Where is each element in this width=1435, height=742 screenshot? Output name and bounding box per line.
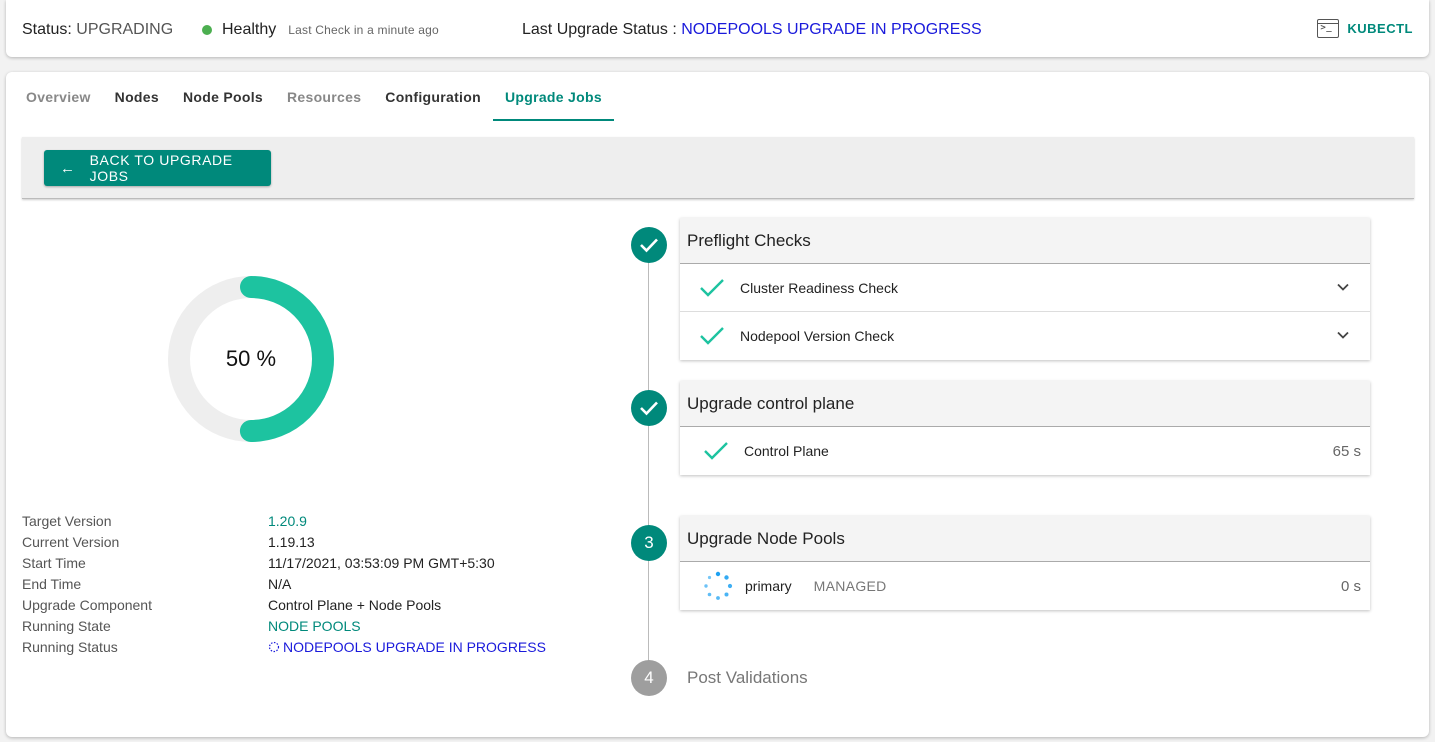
check-icon (700, 327, 724, 345)
preflight-checks-panel: Preflight Checks Cluster Readiness Check… (680, 218, 1370, 360)
node-pool-primary-row: primary MANAGED 0 s (680, 562, 1370, 610)
cluster-status: Status: UPGRADING (22, 21, 173, 39)
upgrade-job-card: Overview Nodes Node Pools Resources Conf… (6, 72, 1429, 737)
upgrade-control-plane-title: Upgrade control plane (680, 381, 1370, 427)
health-indicator: Healthy Last Check in a minute ago (202, 21, 439, 39)
detail-key: Upgrade Component (22, 596, 152, 613)
tab-nodes[interactable]: Nodes (103, 72, 171, 121)
step-1-complete-icon (631, 227, 667, 263)
timeline-connector (648, 244, 649, 677)
check-icon (704, 442, 728, 460)
arrow-left-icon: ← (60, 159, 76, 177)
detail-key: Running State (22, 617, 111, 634)
upgrade-node-pools-title: Upgrade Node Pools (680, 516, 1370, 562)
detail-key: End Time (22, 575, 82, 592)
detail-current-version: Current Version 1.19.13 (22, 531, 546, 552)
control-plane-label: Control Plane (744, 443, 829, 459)
preflight-checks-title: Preflight Checks (680, 218, 1370, 264)
detail-value: 11/17/2021, 03:53:09 PM GMT+5:30 (268, 554, 495, 571)
detail-target-version: Target Version 1.20.9 (22, 510, 546, 531)
progress-donut: 50 % (167, 275, 335, 443)
detail-running-state: Running State NODE POOLS (22, 615, 546, 636)
detail-key: Running Status (22, 638, 118, 655)
control-plane-row: Control Plane 65 s (680, 427, 1370, 475)
tab-resources[interactable]: Resources (275, 72, 373, 121)
check-icon (700, 278, 724, 297)
last-check-text: Last Check in a minute ago (288, 23, 439, 37)
back-to-upgrade-jobs-button[interactable]: ← BACK TO UPGRADE JOBS (44, 150, 271, 186)
kubectl-button[interactable]: >_ KUBECTL (1317, 19, 1413, 38)
post-validations-title: Post Validations (687, 668, 808, 687)
detail-value: Control Plane + Node Pools (268, 596, 442, 613)
loading-spinner-icon (704, 571, 733, 600)
tab-node-pools[interactable]: Node Pools (171, 72, 275, 121)
last-upgrade-value: NODEPOOLS UPGRADE IN PROGRESS (681, 21, 982, 38)
chevron-down-icon[interactable] (1336, 328, 1350, 342)
status-label: Status: (22, 21, 72, 38)
detail-value: 1.20.9 (268, 512, 307, 529)
detail-start-time: Start Time 11/17/2021, 03:53:09 PM GMT+5… (22, 552, 546, 573)
health-dot-icon (202, 25, 212, 35)
progress-percent: 50 % (225, 346, 277, 371)
running-status-text: NODEPOOLS UPGRADE IN PROGRESS (283, 638, 546, 655)
node-pool-name: primary (745, 578, 792, 594)
health-text: Healthy (222, 21, 277, 38)
back-button-label: BACK TO UPGRADE JOBS (89, 152, 233, 184)
kubectl-label: KUBECTL (1347, 21, 1413, 36)
detail-key: Target Version (22, 512, 112, 529)
last-upgrade-status: Last Upgrade Status : NODEPOOLS UPGRADE … (522, 21, 982, 39)
status-bar: Status: UPGRADING Healthy Last Check in … (6, 0, 1429, 57)
detail-upgrade-component: Upgrade Component Control Plane + Node P… (22, 594, 546, 615)
detail-value-with-spinner: NODEPOOLS UPGRADE IN PROGRESS (268, 639, 546, 655)
detail-end-time: End Time N/A (22, 573, 546, 594)
step-4-number-badge: 4 (631, 660, 667, 696)
tab-bar: Overview Nodes Node Pools Resources Conf… (14, 72, 614, 121)
node-pool-duration: 0 s (1340, 577, 1361, 595)
nodepool-version-check-row[interactable]: Nodepool Version Check (680, 312, 1370, 360)
detail-value: N/A (268, 575, 292, 592)
detail-key: Current Version (22, 533, 120, 550)
spinner-icon (268, 641, 280, 652)
check-label: Cluster Readiness Check (740, 279, 898, 296)
upgrade-details: Target Version 1.20.9 Current Version 1.… (22, 510, 546, 657)
node-pool-type-tag: MANAGED (813, 578, 887, 594)
upgrade-control-plane-panel: Upgrade control plane Control Plane 65 s (680, 381, 1370, 475)
status-value: UPGRADING (76, 21, 174, 38)
chevron-down-icon[interactable] (1336, 280, 1350, 294)
check-label: Nodepool Version Check (740, 328, 895, 344)
tab-upgrade-jobs[interactable]: Upgrade Jobs (492, 72, 614, 121)
action-bar: ← BACK TO UPGRADE JOBS (22, 137, 1414, 199)
detail-key: Start Time (22, 554, 86, 571)
cluster-readiness-check-row[interactable]: Cluster Readiness Check (680, 264, 1370, 312)
detail-running-status: Running Status NODEPOOLS UPGRADE IN PROG… (22, 636, 546, 657)
tab-configuration[interactable]: Configuration (373, 72, 493, 121)
step-2-complete-icon (631, 390, 667, 426)
detail-value: NODE POOLS (268, 617, 361, 634)
control-plane-duration: 65 s (1332, 442, 1361, 460)
last-upgrade-label: Last Upgrade Status : (522, 21, 677, 38)
terminal-icon: >_ (1317, 19, 1340, 38)
tab-overview[interactable]: Overview (14, 72, 103, 121)
upgrade-node-pools-panel: Upgrade Node Pools primary MANAGED 0 s (680, 516, 1370, 610)
detail-value: 1.19.13 (268, 533, 315, 550)
step-3-number-badge: 3 (631, 525, 667, 561)
